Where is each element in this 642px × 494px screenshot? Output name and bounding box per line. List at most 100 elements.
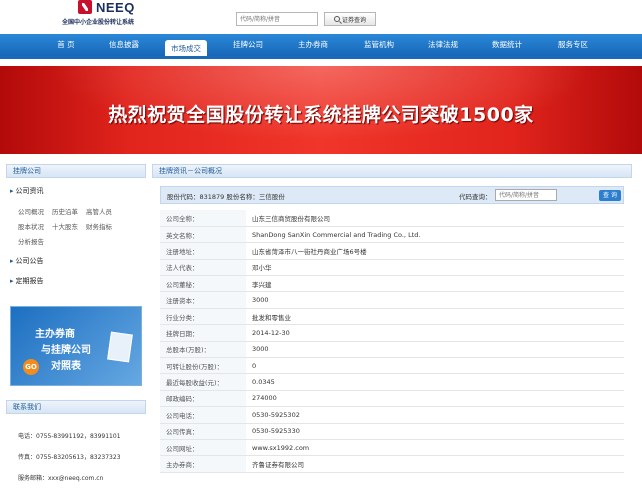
contact-fax: 传真：0755-83205613，83237323 <box>18 454 121 461</box>
row-value: 0 <box>246 357 624 375</box>
row-value: 3000 <box>246 291 624 309</box>
row-key: 挂牌日期： <box>160 324 246 342</box>
nav-item-disclosure[interactable]: 信息披露 <box>92 34 156 56</box>
contact-email[interactable]: 服务邮箱：xxx@neeq.com.cn <box>18 473 103 482</box>
row-key: 英文名称： <box>160 226 246 244</box>
table-row: 可转让股份(万股)： 0 <box>160 357 624 375</box>
contact-phone: 电话：0755-83991192，83991101 <box>18 433 121 440</box>
hero-banner[interactable]: 热烈祝贺全国股份转让系统挂牌公司突破1500家 <box>0 66 642 154</box>
nav-item-laws[interactable]: 法律法规 <box>412 34 474 56</box>
stock-info-bar: 股份代码：831879 股份名称：三信股份 代码查询： 查 询 <box>160 186 624 204</box>
sidebar-title: 挂牌公司 <box>6 164 146 178</box>
go-badge-icon: GO <box>23 359 39 375</box>
sidebar-link-top-holders[interactable]: 十大股东 <box>52 221 78 231</box>
table-row: 挂牌日期： 2014-12-30 <box>160 324 624 342</box>
logo-subtitle: 全国中小企业股份转让系统 <box>62 19 135 26</box>
nav-item-listed-companies[interactable]: 挂牌公司 <box>216 34 280 56</box>
sidebar-section-info[interactable]: ▸ 公司资讯 <box>10 186 44 196</box>
row-value: 0530-5925302 <box>246 406 624 424</box>
row-value: 0.0345 <box>246 373 624 391</box>
nav-item-brokers[interactable]: 主办券商 <box>280 34 346 56</box>
sidebar-section-reports[interactable]: ▸ 定期报告 <box>10 276 44 286</box>
table-row: 英文名称： ShanDong SanXin Commercial and Trad… <box>160 226 624 244</box>
row-key: 最近每股收益(元)： <box>160 373 246 391</box>
table-row: 总股本(万股)： 3000 <box>160 341 624 359</box>
stock-code-label: 股份代码：831879 股份名称：三信股份 <box>167 193 285 201</box>
table-row: 邮政编码： 274000 <box>160 390 624 408</box>
promo-line-1: 主办券商 <box>35 329 75 340</box>
top-header: NEEQ 全国中小企业股份转让系统 证券查询 <box>0 0 642 30</box>
row-key: 可转让股份(万股)： <box>160 357 246 375</box>
row-key: 公司网址： <box>160 439 246 457</box>
row-value: 274000 <box>246 390 624 408</box>
bullet-icon: ▸ <box>10 187 14 195</box>
table-row: 行业分类： 批发和零售业 <box>160 308 624 326</box>
row-key: 法人代表： <box>160 259 246 277</box>
row-value: 批发和零售业 <box>246 308 624 326</box>
sidebar-link-share-capital[interactable]: 股本状况 <box>18 221 44 231</box>
code-query-input[interactable] <box>495 189 557 201</box>
row-key: 行业分类： <box>160 308 246 326</box>
row-key: 公司全称： <box>160 210 246 227</box>
bullet-icon: ▸ <box>10 277 14 285</box>
row-value: 山东省菏泽市八一街社丹商业广场6号楼 <box>246 242 624 260</box>
table-row: 公司全称： 山东三信商贸股份有限公司 <box>160 210 624 227</box>
query-button[interactable]: 查 询 <box>599 190 621 201</box>
table-row: 注册资本： 3000 <box>160 291 624 309</box>
row-key: 注册资本： <box>160 291 246 309</box>
search-input[interactable] <box>236 12 318 26</box>
sidebar-link-overview[interactable]: 公司概况 <box>18 206 44 216</box>
table-row: 公司电话： 0530-5925302 <box>160 406 624 424</box>
table-row: 最近每股收益(元)： 0.0345 <box>160 373 624 391</box>
table-row: 公司网址： www.sx1992.com <box>160 439 624 457</box>
bullet-icon: ▸ <box>10 257 14 265</box>
banner-text: 热烈祝贺全国股份转让系统挂牌公司突破1500家 <box>108 104 534 126</box>
document-icon <box>107 331 133 363</box>
sidebar-section-announcements[interactable]: ▸ 公司公告 <box>10 256 44 266</box>
row-value: ShanDong SanXin Commercial and Trading C… <box>246 226 624 244</box>
sidebar-link-analysis[interactable]: 分析报告 <box>18 236 44 246</box>
main-nav: 首 页 信息披露 市场成交 挂牌公司 主办券商 监管机构 法律法规 数据统计 服… <box>0 34 642 58</box>
sidebar-link-executives[interactable]: 高管人员 <box>86 206 112 216</box>
promo-line-2: 与挂牌公司 <box>41 345 91 356</box>
nav-item-services[interactable]: 服务专区 <box>540 34 606 56</box>
promo-line-3: 对照表 <box>51 361 81 372</box>
row-value: 0530-5925330 <box>246 423 624 440</box>
row-value: 齐鲁证券有限公司 <box>246 455 624 473</box>
row-key: 主办券商： <box>160 455 246 473</box>
search-icon <box>333 16 340 22</box>
table-row: 公司董秘： 李兴建 <box>160 275 624 293</box>
row-value: 邓小华 <box>246 259 624 277</box>
sidebar-link-history[interactable]: 历史沿革 <box>52 206 78 216</box>
row-key: 注册地址： <box>160 242 246 260</box>
nav-underline <box>0 56 642 59</box>
nav-item-statistics[interactable]: 数据统计 <box>474 34 540 56</box>
row-key: 公司传真： <box>160 423 246 440</box>
row-value: 山东三信商贸股份有限公司 <box>246 210 624 227</box>
neeq-logo-icon[interactable] <box>78 0 92 14</box>
nav-item-regulators[interactable]: 监管机构 <box>346 34 412 56</box>
contact-title: 联系我们 <box>6 400 146 414</box>
nav-item-trading[interactable]: 市场成交 <box>156 34 216 58</box>
search-button[interactable]: 证券查询 <box>324 12 376 26</box>
row-key: 公司董秘： <box>160 275 246 293</box>
row-value[interactable]: www.sx1992.com <box>246 439 624 457</box>
logo-name[interactable]: NEEQ <box>96 0 135 15</box>
sidebar-link-financials[interactable]: 财务指标 <box>86 221 112 231</box>
row-key: 总股本(万股)： <box>160 341 246 359</box>
nav-item-home[interactable]: 首 页 <box>40 34 92 56</box>
row-value: 3000 <box>246 341 624 359</box>
table-row: 公司传真： 0530-5925330 <box>160 423 624 440</box>
table-row: 法人代表： 邓小华 <box>160 259 624 277</box>
row-value: 2014-12-30 <box>246 324 624 342</box>
table-row: 主办券商： 齐鲁证券有限公司 <box>160 455 624 473</box>
query-label: 代码查询： <box>459 193 492 201</box>
row-value: 李兴建 <box>246 275 624 293</box>
row-key: 邮政编码： <box>160 390 246 408</box>
company-info-table: 公司全称： 山东三信商贸股份有限公司 英文名称： ShanDong SanXin Co… <box>160 210 624 473</box>
table-row: 注册地址： 山东省菏泽市八一街社丹商业广场6号楼 <box>160 242 624 260</box>
broker-company-promo[interactable]: 主办券商 与挂牌公司 对照表 GO <box>10 306 142 386</box>
search-button-label: 证券查询 <box>341 16 366 24</box>
row-key: 公司电话： <box>160 406 246 424</box>
breadcrumb: 挂牌资讯－公司概况 <box>152 164 632 178</box>
